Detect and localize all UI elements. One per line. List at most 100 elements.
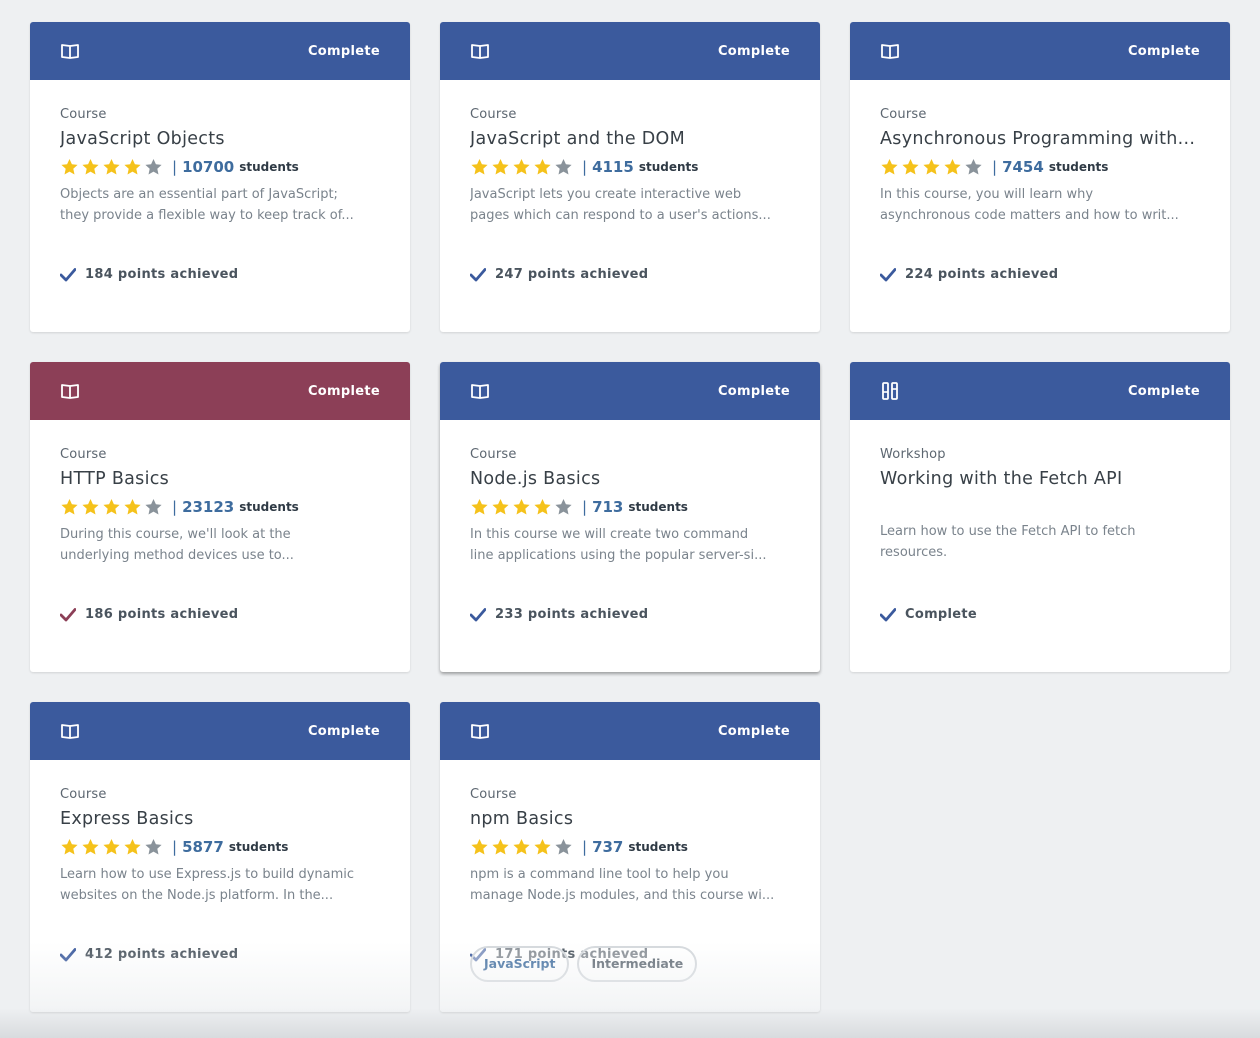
star-filled-icon xyxy=(124,839,141,855)
description-line: websites on the Node.js platform. In the… xyxy=(60,888,334,903)
course-card[interactable]: Complete Course Asynchronous Programming… xyxy=(850,22,1230,332)
book-icon xyxy=(470,721,490,741)
rating: | 5877 students xyxy=(60,836,380,858)
student-count: 23123 xyxy=(182,498,235,516)
card-title[interactable]: Node.js Basics xyxy=(470,469,790,493)
star-filled-icon xyxy=(881,159,898,175)
workshop-card[interactable]: Complete Workshop Working with the Fetch… xyxy=(850,362,1230,672)
course-card[interactable]: Complete Course npm Basics | 737 student… xyxy=(440,702,820,1012)
complete-label: Complete xyxy=(905,607,978,622)
student-count: 4115 xyxy=(592,158,634,176)
description-line: In this course we will create two comman… xyxy=(470,527,749,542)
checkmark-icon xyxy=(470,607,495,622)
status-label: Complete xyxy=(717,383,790,399)
star-filled-icon xyxy=(534,839,551,855)
star-filled-icon xyxy=(513,159,530,175)
students-label: students xyxy=(628,840,688,854)
star-rating xyxy=(470,498,575,516)
students-label: students xyxy=(239,160,299,174)
status-label: Complete xyxy=(307,723,380,739)
rating-divider: | xyxy=(172,158,178,176)
star-filled-icon xyxy=(534,159,551,175)
rating-divider: | xyxy=(582,158,588,176)
card-footer: 224 points achieved xyxy=(880,267,1058,282)
star-empty-icon xyxy=(555,159,572,175)
status-label: Complete xyxy=(717,43,790,59)
star-filled-icon xyxy=(902,159,919,175)
card-header: Complete xyxy=(850,362,1230,420)
card-description: Learn how to use the Fetch API to fetch … xyxy=(880,521,1200,563)
star-filled-icon xyxy=(471,499,488,515)
course-grid: Complete Course JavaScript Objects | 107… xyxy=(30,22,1230,1012)
card-title[interactable]: Express Basics xyxy=(60,809,380,833)
card-header: Complete xyxy=(30,22,410,80)
description-line: During this course, we'll look at the xyxy=(60,527,291,542)
card-description: Learn how to use Express.js to build dyn… xyxy=(60,864,380,906)
book-icon xyxy=(470,381,490,401)
course-card[interactable]: Complete Course JavaScript Objects | 107… xyxy=(30,22,410,332)
students-label: students xyxy=(628,500,688,514)
star-rating xyxy=(470,838,575,856)
checkmark-icon xyxy=(880,267,905,282)
description-line: npm is a command line tool to help you xyxy=(470,867,729,882)
star-filled-icon xyxy=(82,839,99,855)
rating: | 23123 students xyxy=(60,496,380,518)
content-type: Course xyxy=(60,447,107,462)
card-description: During this course, we'll look at the un… xyxy=(60,524,380,566)
points-achieved: 233 points achieved xyxy=(495,607,649,622)
tag-javascript[interactable]: JavaScript xyxy=(470,946,570,982)
star-empty-icon xyxy=(555,499,572,515)
course-card[interactable]: Complete Course Express Basics | 5877 st… xyxy=(30,702,410,1012)
card-title[interactable]: JavaScript Objects xyxy=(60,129,380,153)
card-footer: Complete xyxy=(880,607,977,622)
card-title[interactable]: JavaScript and the DOM xyxy=(470,129,790,153)
page-bottom-fade xyxy=(0,1008,1260,1038)
star-rating xyxy=(880,158,985,176)
star-filled-icon xyxy=(103,499,120,515)
course-card[interactable]: Complete Course JavaScript and the DOM |… xyxy=(440,22,820,332)
description-line: Learn how to use Express.js to build dyn… xyxy=(60,867,355,882)
card-footer: 184 points achieved xyxy=(60,267,238,282)
description-line: they provide a flexible way to keep trac… xyxy=(60,208,354,223)
description-line: In this course, you will learn why xyxy=(880,187,1094,202)
star-filled-icon xyxy=(61,499,78,515)
card-header: Complete xyxy=(850,22,1230,80)
students-label: students xyxy=(239,500,299,514)
star-empty-icon xyxy=(555,839,572,855)
book-icon xyxy=(470,41,490,61)
star-filled-icon xyxy=(61,159,78,175)
rating-divider: | xyxy=(172,838,178,856)
star-filled-icon xyxy=(61,839,78,855)
content-type: Course xyxy=(470,447,517,462)
checkmark-icon xyxy=(60,607,85,622)
card-description: In this course, you will learn why async… xyxy=(880,184,1200,226)
star-filled-icon xyxy=(492,159,509,175)
star-rating xyxy=(60,838,165,856)
workshop-icon xyxy=(880,381,900,401)
card-title[interactable]: Asynchronous Programming with... xyxy=(880,129,1200,153)
course-card[interactable]: Complete Course HTTP Basics | 23123 stud… xyxy=(30,362,410,672)
description-line: pages which can respond to a user's acti… xyxy=(470,208,771,223)
student-count: 10700 xyxy=(182,158,235,176)
status-label: Complete xyxy=(307,383,380,399)
points-achieved: 412 points achieved xyxy=(85,947,239,962)
student-count: 713 xyxy=(592,498,624,516)
card-description: Objects are an essential part of JavaScr… xyxy=(60,184,380,226)
points-achieved: 184 points achieved xyxy=(85,267,239,282)
course-card[interactable]: Complete Course Node.js Basics | 713 stu… xyxy=(440,362,820,672)
tag-intermediate[interactable]: Intermediate xyxy=(577,946,698,982)
book-icon xyxy=(880,41,900,61)
book-icon xyxy=(60,41,80,61)
card-title[interactable]: npm Basics xyxy=(470,809,790,833)
description-line: Objects are an essential part of JavaScr… xyxy=(60,187,338,202)
checkmark-icon xyxy=(470,267,495,282)
rating: | 4115 students xyxy=(470,156,790,178)
star-filled-icon xyxy=(513,839,530,855)
card-title[interactable]: Working with the Fetch API xyxy=(880,469,1200,493)
checkmark-icon xyxy=(60,267,85,282)
content-type: Course xyxy=(470,107,517,122)
card-footer: 233 points achieved xyxy=(470,607,648,622)
card-title[interactable]: HTTP Basics xyxy=(60,469,380,493)
star-empty-icon xyxy=(965,159,982,175)
status-label: Complete xyxy=(1127,383,1200,399)
